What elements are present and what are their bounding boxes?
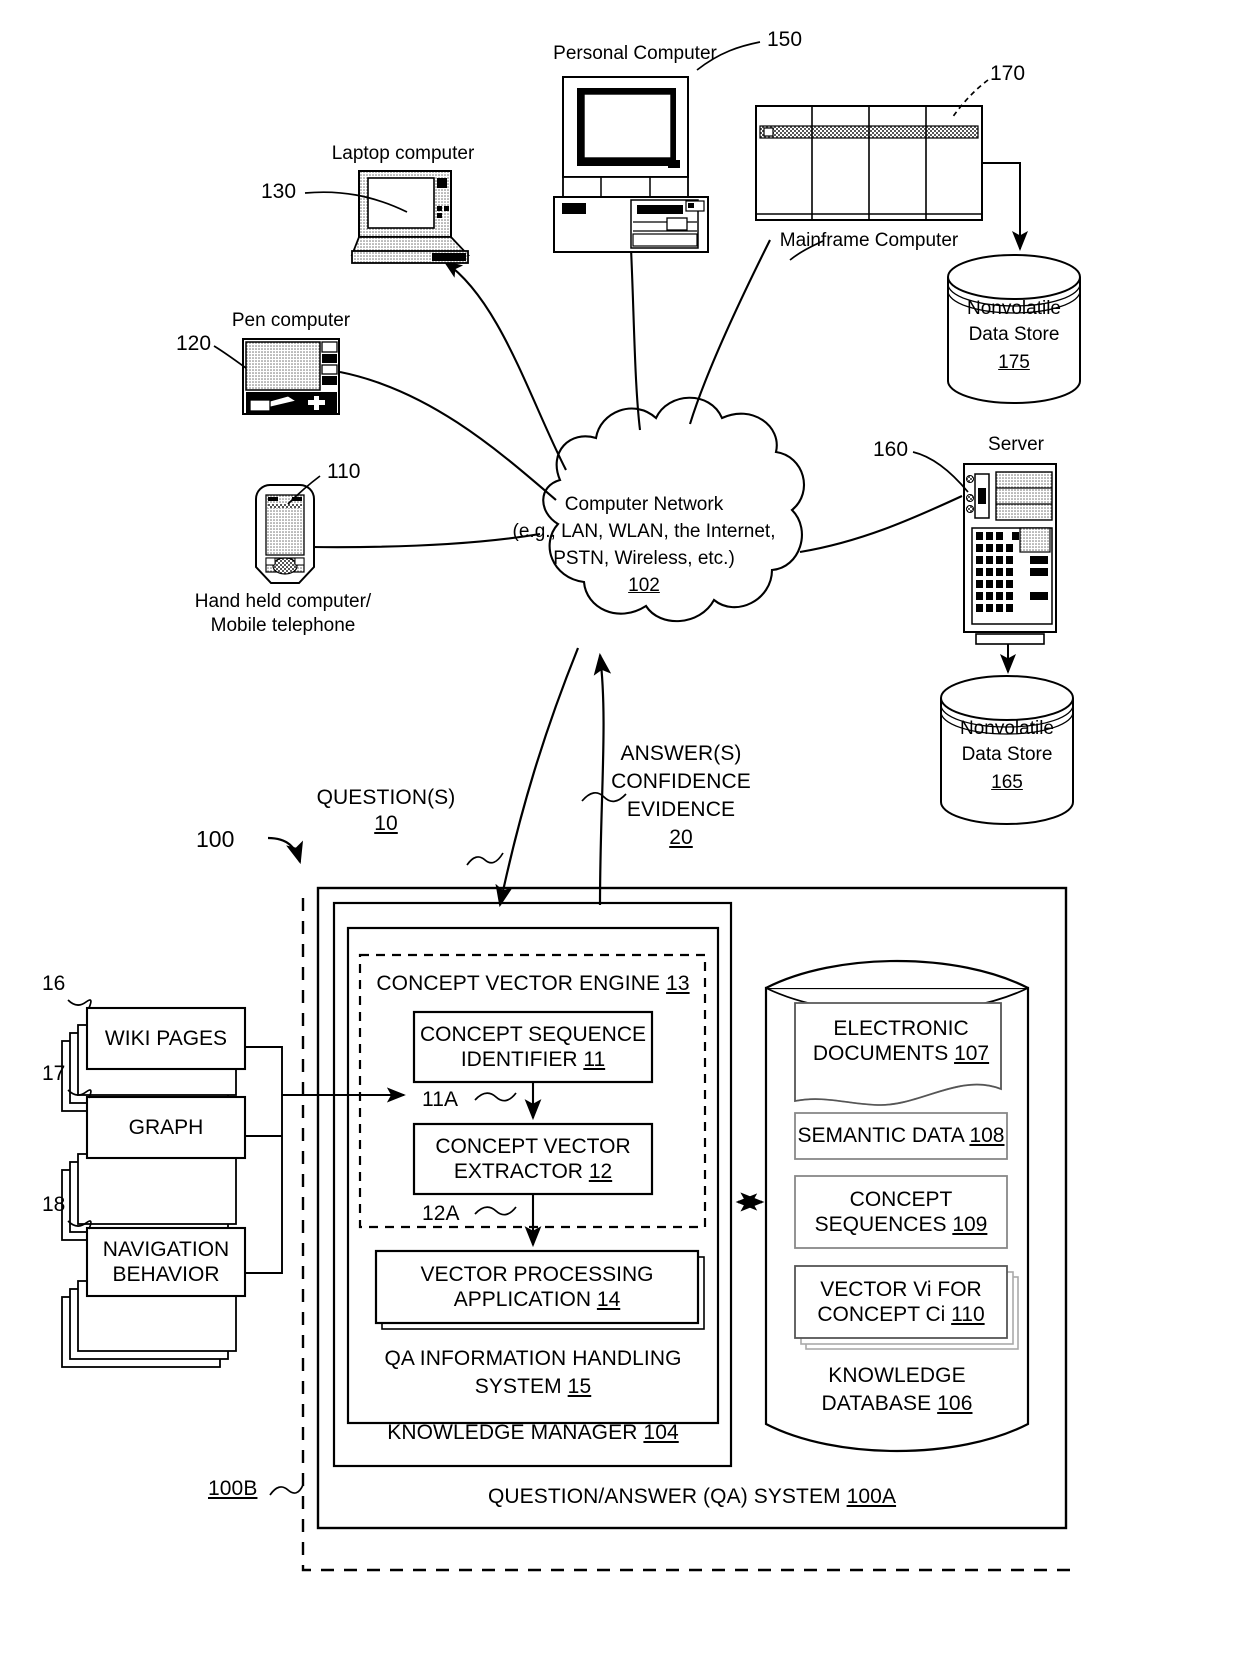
data-store-175-line2: Data Store <box>968 324 1060 345</box>
figure-100-pointer <box>267 836 304 865</box>
answers-line1: ANSWER(S) <box>620 742 742 765</box>
figure-main-ref: 100 <box>196 826 235 852</box>
source-navigation-line2: BEHAVIOR <box>112 1263 220 1286</box>
db-cs-line1: CONCEPT <box>849 1187 953 1211</box>
db-ed-ref: 107 <box>954 1042 990 1065</box>
db-sd-ref: 108 <box>969 1124 1005 1148</box>
handheld-label-line1: Hand held computer/ <box>194 591 372 612</box>
source-wiki-pages-label: WIKI PAGES <box>104 1026 228 1050</box>
db-vv-ref: 110 <box>951 1303 985 1326</box>
source-navigation-ref: 18 <box>42 1193 66 1216</box>
laptop-label: Laptop computer <box>331 143 475 164</box>
server-label: Server <box>988 434 1044 455</box>
db-vv-line2: CONCEPT Ci 110 <box>817 1303 985 1326</box>
qa-ihs-line2: SYSTEM 15 <box>474 1375 592 1398</box>
db-cs-ref: 109 <box>952 1213 988 1236</box>
data-store-175-line1: Nonvolatile <box>967 298 1061 319</box>
db-electronic-documents: ELECTRONIC DOCUMENTS 107 <box>795 1010 1007 1072</box>
qa-system-ref: 100A <box>846 1485 897 1508</box>
tablet-pen-icon <box>242 338 340 415</box>
laptop-ref: 130 <box>261 180 297 203</box>
source-navigation-behavior: NAVIGATION BEHAVIOR <box>87 1228 245 1296</box>
desktop-computer-icon <box>553 76 709 253</box>
vpa-line2: APPLICATION 14 <box>453 1288 621 1311</box>
pc-label: Personal Computer <box>553 43 717 64</box>
mainframe-icon <box>755 105 983 221</box>
mainframe-label: Mainframe Computer <box>779 230 959 251</box>
source-graph-ref: 17 <box>42 1062 66 1085</box>
network-detail-1: (e.g., LAN, WLAN, the Internet, <box>512 521 776 542</box>
data-store-175-ref: 175 <box>998 352 1030 373</box>
db-ed-line1: ELECTRONIC <box>833 1016 969 1040</box>
knowledge-manager-label: KNOWLEDGE MANAGER 104 <box>387 1421 679 1444</box>
db-vv-line1: VECTOR Vi FOR <box>820 1277 982 1301</box>
csi-line1: CONCEPT SEQUENCE <box>420 1022 646 1046</box>
csi-ref: 11 <box>583 1048 606 1071</box>
question-answer-flow-arrows <box>495 647 612 908</box>
vpa-line1: VECTOR PROCESSING <box>420 1262 654 1286</box>
concept-sequence-identifier-label: CONCEPT SEQUENCE IDENTIFIER 11 <box>414 1012 652 1082</box>
source-navigation-line1: NAVIGATION <box>102 1237 230 1261</box>
pen-label: Pen computer <box>231 310 351 331</box>
questions-ref: 10 <box>374 812 398 835</box>
data-store-165-ref: 165 <box>991 772 1023 793</box>
cve-ref: 12 <box>588 1160 613 1183</box>
concept-vector-engine-ref: 13 <box>666 972 690 995</box>
source-graph-label: GRAPH <box>128 1115 204 1139</box>
link-12a-ref: 12A <box>422 1202 460 1225</box>
diagram-vector-layer <box>61 41 1081 1572</box>
vector-processing-application-label: VECTOR PROCESSING APPLICATION 14 <box>376 1251 698 1323</box>
handheld-ref: 110 <box>327 460 361 483</box>
laptop-icon <box>350 170 471 264</box>
db-concept-sequences: CONCEPT SEQUENCES 109 <box>795 1176 1007 1248</box>
answers-line3: EVIDENCE <box>626 798 736 821</box>
db-ed-line2: DOCUMENTS 107 <box>812 1042 990 1065</box>
answers-line2: CONFIDENCE <box>611 770 751 793</box>
vpa-ref: 14 <box>596 1288 621 1311</box>
qa-ihs-line1: QA INFORMATION HANDLING <box>384 1347 682 1370</box>
db-cs-line2: SEQUENCES 109 <box>814 1213 988 1236</box>
server-ref: 160 <box>873 438 909 461</box>
system-100b-ref: 100B <box>208 1477 258 1500</box>
server-tower-icon <box>963 463 1057 645</box>
network-detail-2: PSTN, Wireless, etc.) <box>553 548 735 569</box>
db-semantic-data: SEMANTIC DATA 108 <box>795 1113 1007 1159</box>
pc-ref: 150 <box>767 28 803 51</box>
knowledge-database-ref: 106 <box>937 1392 973 1415</box>
knowledge-database-line1: KNOWLEDGE <box>828 1364 966 1387</box>
db-sd-line1: SEMANTIC DATA <box>797 1124 964 1148</box>
pen-ref: 120 <box>176 332 212 355</box>
source-wiki-pages-ref: 16 <box>42 972 66 995</box>
questions-label: QUESTION(S) <box>316 786 456 809</box>
db-vector-vi: VECTOR Vi FOR CONCEPT Ci 110 <box>795 1266 1007 1338</box>
data-store-165-line2: Data Store <box>961 744 1053 765</box>
mainframe-ref: 170 <box>990 62 1026 85</box>
data-store-165-line1: Nonvolatile <box>960 718 1054 739</box>
knowledge-database-line2: DATABASE 106 <box>821 1392 973 1415</box>
answers-ref: 20 <box>669 826 693 849</box>
source-bus-lines <box>245 1046 406 1274</box>
link-11a-ref: 11A <box>422 1088 459 1111</box>
handheld-label-line2: Mobile telephone <box>210 615 356 636</box>
qa-system-label: QUESTION/ANSWER (QA) SYSTEM 100A <box>487 1485 897 1508</box>
concept-vector-extractor-label: CONCEPT VECTOR EXTRACTOR 12 <box>414 1124 652 1194</box>
network-name: Computer Network <box>564 494 724 515</box>
cve-line1: CONCEPT VECTOR <box>435 1134 631 1158</box>
cve-line2: EXTRACTOR 12 <box>453 1160 613 1183</box>
concept-vector-engine-title: CONCEPT VECTOR ENGINE 13 <box>376 972 690 995</box>
csi-line2: IDENTIFIER 11 <box>460 1048 606 1071</box>
knowledge-manager-ref: 104 <box>643 1421 679 1444</box>
pda-phone-icon <box>255 484 315 584</box>
qa-ihs-ref: 15 <box>567 1375 592 1398</box>
network-ref: 102 <box>628 575 660 596</box>
